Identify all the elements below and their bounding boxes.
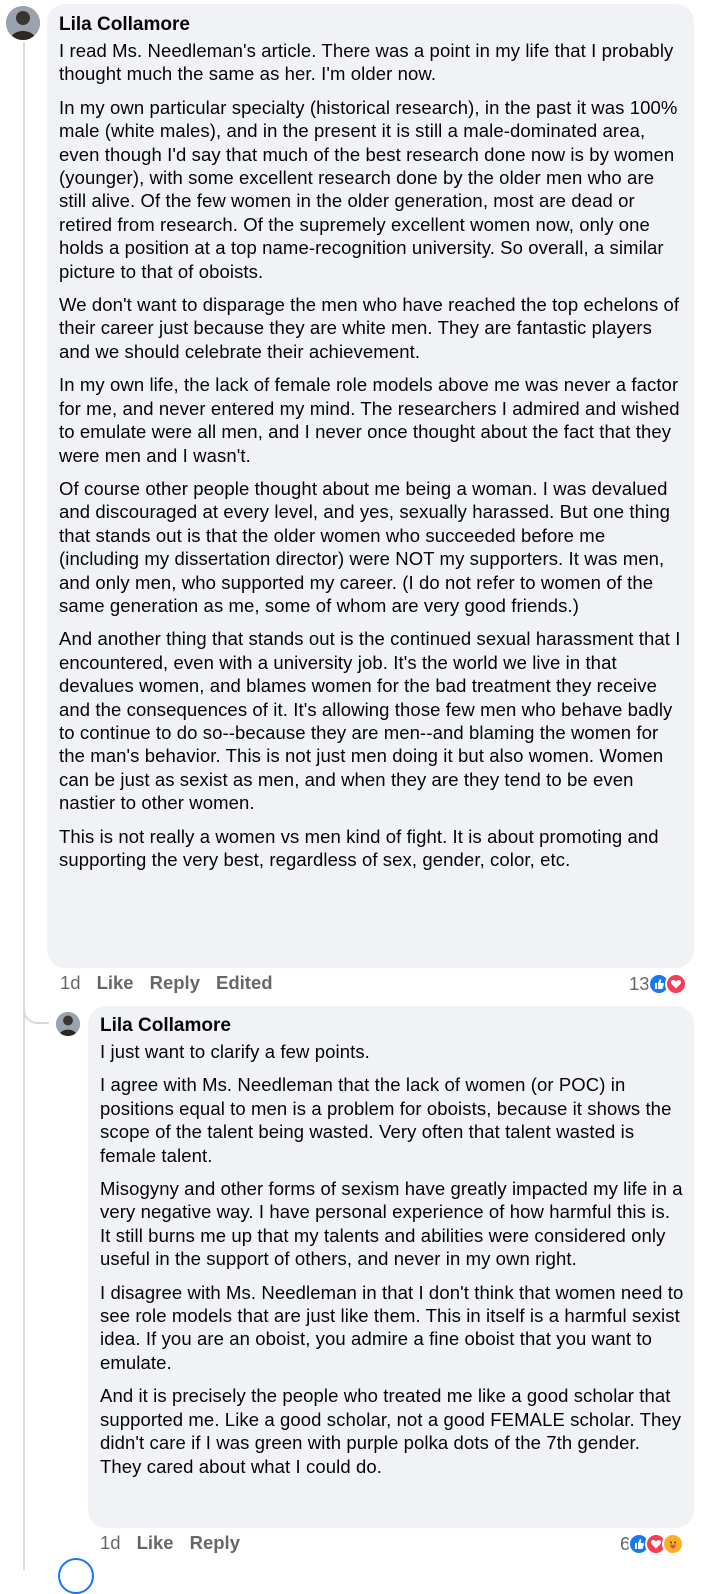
reaction-summary[interactable]: 6 [620, 1533, 685, 1555]
comment-paragraph: And it is precisely the people who treat… [100, 1385, 682, 1477]
avatar[interactable] [6, 6, 40, 40]
care-icon [662, 1533, 685, 1555]
comment-paragraph: In my own life, the lack of female role … [59, 374, 680, 466]
comment-paragraph: This is not really a women vs men kind o… [59, 825, 659, 870]
comment-timestamp[interactable]: 1d [100, 1532, 121, 1554]
thread-line [23, 42, 25, 1570]
edited-label[interactable]: Edited [216, 972, 273, 994]
comment-actions: 1d Like Reply [100, 1532, 240, 1554]
comment-paragraph: And another thing that stands out is the… [59, 628, 681, 814]
love-icon [664, 973, 687, 995]
avatar-image-icon [56, 1012, 80, 1036]
comment-paragraph: We don't want to disparage the men who h… [59, 294, 680, 362]
comment-paragraph: Of course other people thought about me … [59, 477, 670, 616]
avatar-image-icon [6, 6, 40, 40]
comment-paragraph: I disagree with Ms. Needleman in that I … [100, 1281, 684, 1373]
next-comment-avatar[interactable] [58, 1558, 94, 1594]
comment-author[interactable]: Lila Collamore [59, 13, 684, 36]
like-button[interactable]: Like [137, 1532, 174, 1554]
reply-button[interactable]: Reply [150, 972, 200, 994]
reply-button[interactable]: Reply [190, 1532, 240, 1554]
comment-paragraph: I agree with Ms. Needleman that the lack… [100, 1074, 672, 1166]
comment-actions: 1d Like Reply Edited [60, 972, 273, 994]
avatar[interactable] [56, 1012, 80, 1036]
comment-paragraph: In my own particular specialty (historic… [59, 96, 678, 282]
reply-connector [23, 1000, 49, 1024]
reaction-summary[interactable]: 13 [629, 973, 687, 995]
comment-timestamp[interactable]: 1d [60, 972, 81, 994]
comment-paragraph: I read Ms. Needleman's article. There wa… [59, 40, 674, 85]
comment-paragraph: I just want to clarify a few points. [100, 1041, 370, 1062]
comment-author[interactable]: Lila Collamore [100, 1014, 684, 1037]
like-button[interactable]: Like [97, 972, 134, 994]
comment-bubble: Lila Collamore I just want to clarify a … [88, 1006, 694, 1528]
reaction-count: 13 [629, 973, 650, 994]
comment-bubble: Lila Collamore I read Ms. Needleman's ar… [47, 4, 694, 968]
comment-paragraph: Misogyny and other forms of sexism have … [100, 1178, 683, 1270]
